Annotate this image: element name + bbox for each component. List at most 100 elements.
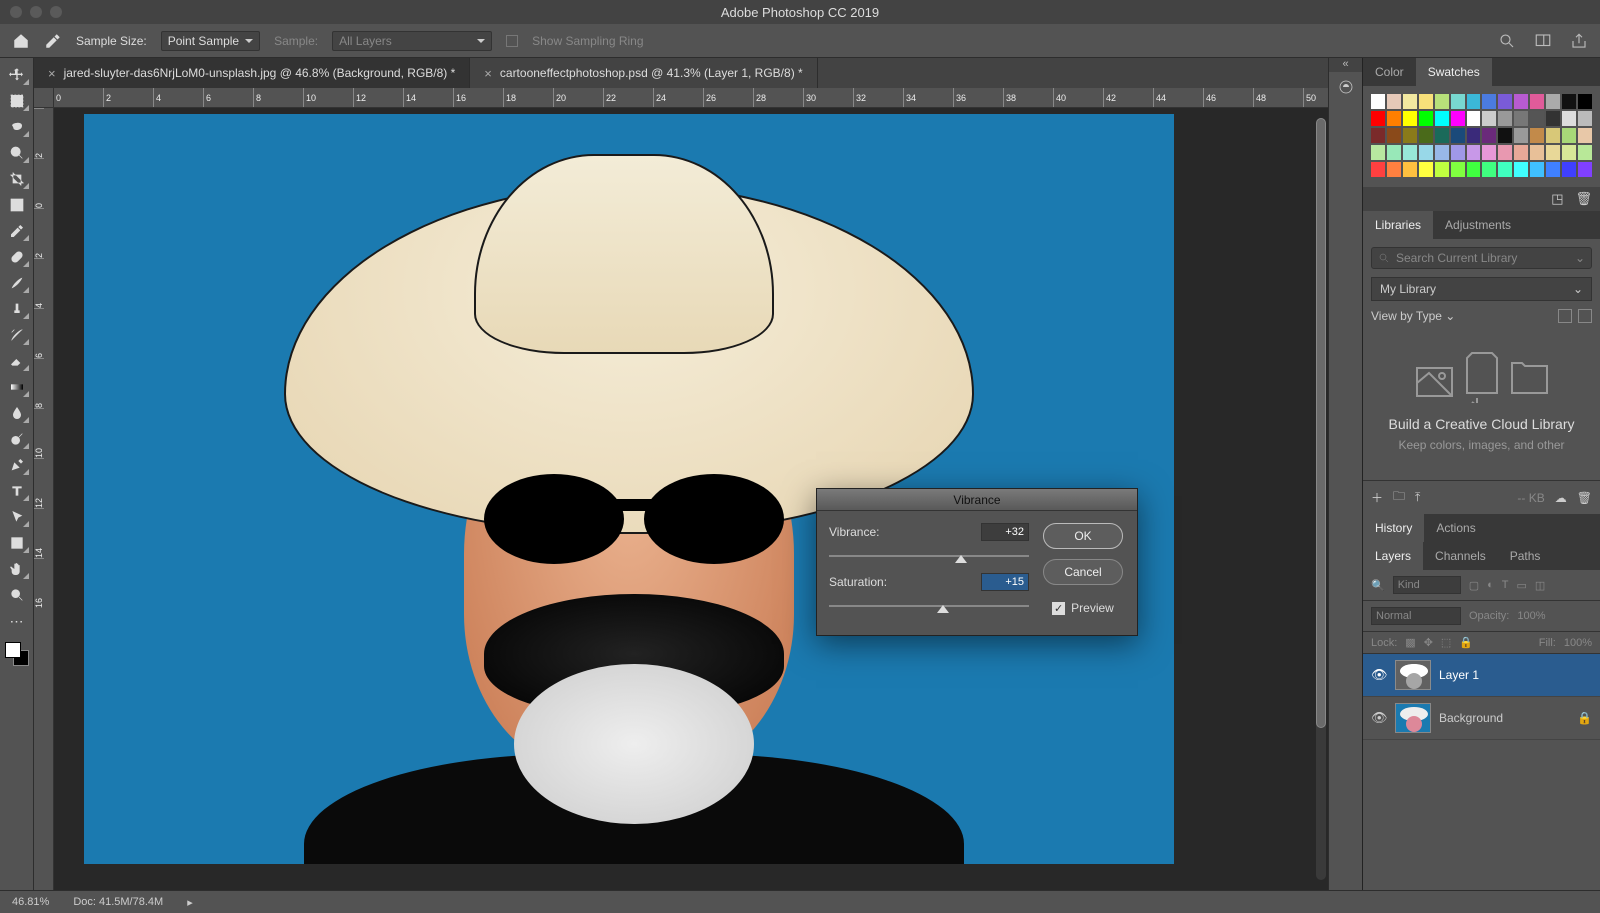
swatch[interactable]	[1546, 145, 1560, 160]
close-tab-icon[interactable]: ×	[48, 66, 56, 81]
swatch[interactable]	[1435, 162, 1449, 177]
filter-smart-icon[interactable]: ◫	[1535, 579, 1545, 592]
swatch[interactable]	[1530, 162, 1544, 177]
swatch[interactable]	[1387, 162, 1401, 177]
upload-icon[interactable]: ⤒	[1415, 490, 1420, 505]
swatch[interactable]	[1578, 128, 1592, 143]
swatch[interactable]	[1562, 128, 1576, 143]
dialog-title[interactable]: Vibrance	[817, 489, 1137, 511]
tab-paths[interactable]: Paths	[1498, 542, 1553, 570]
swatch[interactable]	[1403, 111, 1417, 126]
swatch[interactable]	[1498, 111, 1512, 126]
marquee-tool[interactable]	[4, 90, 30, 112]
scrollbar-thumb[interactable]	[1316, 118, 1326, 728]
chevron-down-icon[interactable]: ⌄	[1445, 309, 1455, 323]
foreground-color[interactable]	[5, 642, 21, 658]
swatch[interactable]	[1482, 145, 1496, 160]
slider-knob-icon[interactable]	[937, 599, 949, 613]
swatch[interactable]	[1530, 145, 1544, 160]
show-sampling-ring-checkbox[interactable]	[506, 35, 518, 47]
trash-icon[interactable]: 🗑	[1577, 491, 1592, 505]
swatch[interactable]	[1419, 111, 1433, 126]
ruler-horizontal[interactable]: 0246810121416182022242628303234363840424…	[54, 88, 1328, 108]
lock-artboard-icon[interactable]: ⬚	[1441, 636, 1451, 649]
swatch[interactable]	[1578, 94, 1592, 109]
swatch[interactable]	[1419, 162, 1433, 177]
shape-tool[interactable]	[4, 532, 30, 554]
zoom-tool[interactable]	[4, 584, 30, 606]
chevron-right-icon[interactable]: ▸	[187, 896, 193, 909]
swatch[interactable]	[1546, 94, 1560, 109]
healing-tool[interactable]	[4, 246, 30, 268]
preview-checkbox[interactable]: ✓	[1052, 602, 1065, 615]
swatch[interactable]	[1578, 145, 1592, 160]
swatch[interactable]	[1419, 128, 1433, 143]
filter-adjust-icon[interactable]: ◐	[1487, 579, 1494, 591]
tab-channels[interactable]: Channels	[1423, 542, 1498, 570]
tab-adjustments[interactable]: Adjustments	[1433, 211, 1523, 239]
swatch[interactable]	[1403, 94, 1417, 109]
lock-all-icon[interactable]: 🔒	[1459, 636, 1473, 649]
tab-color[interactable]: Color	[1363, 58, 1416, 86]
swatch[interactable]	[1467, 94, 1481, 109]
lock-pixels-icon[interactable]: ▩	[1405, 636, 1415, 649]
swatch[interactable]	[1482, 94, 1496, 109]
frame-tool[interactable]	[4, 194, 30, 216]
swatch[interactable]	[1578, 162, 1592, 177]
swatch[interactable]	[1419, 145, 1433, 160]
swatch[interactable]	[1371, 145, 1385, 160]
swatch[interactable]	[1387, 94, 1401, 109]
tab-history[interactable]: History	[1363, 514, 1424, 542]
swatch[interactable]	[1467, 128, 1481, 143]
layer-thumbnail[interactable]	[1395, 660, 1431, 690]
swatch[interactable]	[1371, 162, 1385, 177]
gradient-tool[interactable]	[4, 376, 30, 398]
swatch[interactable]	[1403, 145, 1417, 160]
add-icon[interactable]: ＋	[1371, 489, 1383, 506]
swatch[interactable]	[1498, 145, 1512, 160]
swatch[interactable]	[1562, 162, 1576, 177]
visibility-icon[interactable]: 👁	[1371, 710, 1387, 726]
filter-shape-icon[interactable]: ▭	[1517, 579, 1527, 592]
search-icon[interactable]	[1498, 32, 1516, 50]
new-swatch-icon[interactable]: ◳	[1551, 191, 1563, 207]
swatch[interactable]	[1514, 94, 1528, 109]
layer-filter-kind[interactable]	[1393, 576, 1461, 594]
blend-mode-select[interactable]	[1371, 607, 1461, 625]
swatch[interactable]	[1467, 111, 1481, 126]
quick-select-tool[interactable]	[4, 142, 30, 164]
eyedropper-tool[interactable]	[4, 220, 30, 242]
chevron-down-icon[interactable]: ⌄	[1575, 251, 1585, 265]
swatch[interactable]	[1546, 128, 1560, 143]
swatch[interactable]	[1387, 145, 1401, 160]
swatch[interactable]	[1467, 162, 1481, 177]
ok-button[interactable]: OK	[1043, 523, 1123, 549]
swatch[interactable]	[1498, 94, 1512, 109]
swatch[interactable]	[1562, 111, 1576, 126]
close-icon[interactable]	[10, 6, 22, 18]
saturation-slider[interactable]	[829, 597, 1029, 613]
swatch[interactable]	[1419, 94, 1433, 109]
window-controls[interactable]	[10, 6, 62, 18]
swatch[interactable]	[1451, 111, 1465, 126]
swatch[interactable]	[1482, 111, 1496, 126]
filter-image-icon[interactable]: ▢	[1469, 579, 1479, 592]
swatch[interactable]	[1514, 128, 1528, 143]
slider-knob-icon[interactable]	[955, 549, 967, 563]
list-view-icon[interactable]	[1578, 309, 1592, 323]
collapsed-panel-strip[interactable]: «	[1328, 58, 1362, 890]
pen-tool[interactable]	[4, 454, 30, 476]
swatch[interactable]	[1371, 94, 1385, 109]
swatch[interactable]	[1546, 111, 1560, 126]
eraser-tool[interactable]	[4, 350, 30, 372]
swatch[interactable]	[1403, 128, 1417, 143]
stamp-tool[interactable]	[4, 298, 30, 320]
home-icon[interactable]	[12, 32, 30, 50]
eyedropper-tool-icon[interactable]	[44, 32, 62, 50]
swatch[interactable]	[1514, 162, 1528, 177]
swatch[interactable]	[1546, 162, 1560, 177]
brush-tool[interactable]	[4, 272, 30, 294]
swatch[interactable]	[1435, 94, 1449, 109]
swatch[interactable]	[1530, 111, 1544, 126]
swatch[interactable]	[1498, 162, 1512, 177]
